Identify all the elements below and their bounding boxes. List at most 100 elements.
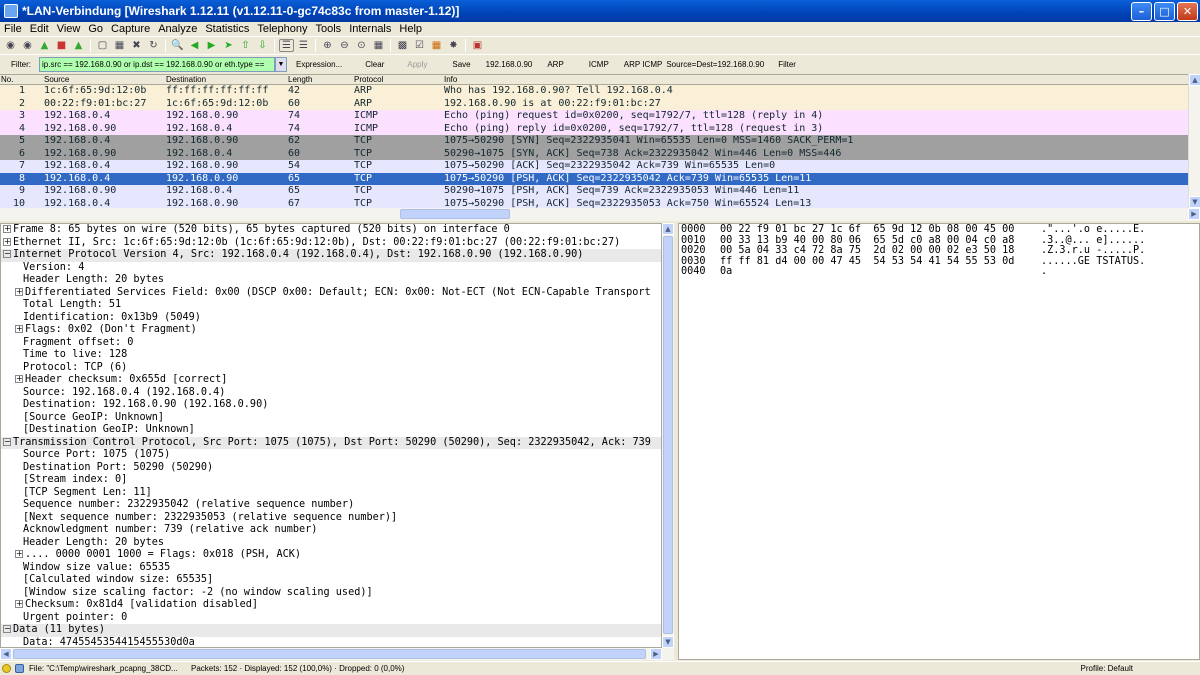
stop-capture-icon[interactable]: ■	[54, 39, 69, 52]
status-profile[interactable]: Profile: Default	[1081, 664, 1133, 673]
detail-tree-item[interactable]: + Frame 8: 65 bytes on wire (520 bits), 6…	[1, 224, 661, 237]
packet-row[interactable]: 1 1c:6f:65:9d:12:0b ff:ff:ff:ff:ff:ff 42 ARP…	[0, 85, 1188, 98]
menu-telephony[interactable]: Telephony	[253, 23, 311, 35]
last-packet-icon[interactable]: ⇩	[255, 39, 270, 52]
menu-capture[interactable]: Capture	[107, 23, 154, 35]
zoom-out-icon[interactable]: ⊖	[337, 39, 352, 52]
detail-tree-item[interactable]: +.... 0000 0001 1000 = Flags: 0x018 (PSH…	[1, 549, 661, 562]
open-file-icon[interactable]: ▢	[95, 39, 110, 52]
save-filter-button[interactable]: Save	[436, 60, 479, 69]
filter-shortcut-arp-button[interactable]: ARP	[541, 60, 572, 69]
display-filter-input[interactable]: ip.src == 192.168.0.90 or ip.dst == 192.…	[39, 56, 275, 72]
go-to-packet-icon[interactable]: ➤	[221, 39, 236, 52]
expand-icon[interactable]: +	[3, 237, 11, 246]
detail-tree-item[interactable]: + Checksum: 0x81d4 [validation disabled]	[1, 599, 661, 612]
details-hscrollbar[interactable]: ◀ ▶	[0, 648, 674, 660]
column-header-info[interactable]: Info	[444, 75, 1188, 84]
menu-edit[interactable]: Edit	[26, 23, 53, 35]
detail-tree-item[interactable]: − Data (11 bytes)	[1, 624, 661, 637]
collapse-icon[interactable]: −	[3, 437, 11, 446]
menu-help[interactable]: Help	[395, 23, 426, 35]
menu-view[interactable]: View	[53, 23, 85, 35]
menu-tools[interactable]: Tools	[312, 23, 346, 35]
collapse-icon[interactable]: −	[3, 250, 11, 258]
hex-row[interactable]: 0020 00 5a 04 33 c4 72 8a 75 2d 02 00 00 …	[679, 245, 1199, 257]
filter-shortcut-icmp-button[interactable]: ICMP	[573, 60, 618, 69]
minimize-button[interactable]: –	[1131, 1, 1152, 21]
go-forward-icon[interactable]: ▶	[204, 39, 219, 52]
detail-tree-item[interactable]: [Calculated window size: 65535]	[1, 574, 661, 587]
detail-tree-item[interactable]: Window size value: 65535	[1, 562, 661, 575]
column-header-length[interactable]: Length	[288, 75, 354, 84]
detail-tree-item[interactable]: Total Length: 51	[1, 299, 661, 312]
help-icon[interactable]: ▣	[470, 39, 485, 52]
coloring-rules-icon[interactable]: ▦	[429, 39, 444, 52]
expand-icon[interactable]: +	[15, 375, 23, 383]
capture-filters-icon[interactable]: ▩	[395, 39, 410, 52]
filter-shortcut-ip-button[interactable]: 192.168.0.90	[480, 60, 542, 69]
detail-tree-item[interactable]: − Transmission Control Protocol, Src Port…	[1, 436, 661, 449]
filter-shortcut-arp-icmp-button[interactable]: ARP ICMP	[618, 60, 665, 69]
scroll-down-icon[interactable]: ▼	[662, 636, 674, 648]
packet-row[interactable]: 10 192.168.0.4 192.168.0.90 67 TCP 1075→50290…	[0, 197, 1188, 208]
detail-tree-item[interactable]: [TCP Segment Len: 11]	[1, 487, 661, 500]
detail-tree-item[interactable]: + Ethernet II, Src: 1c:6f:65:9d:12:0b (1c…	[1, 237, 661, 250]
expert-info-icon[interactable]	[2, 664, 11, 673]
scroll-up-icon[interactable]: ▲	[1189, 74, 1200, 86]
scroll-up-icon[interactable]: ▲	[662, 223, 674, 235]
packet-row[interactable]: 9 192.168.0.90 192.168.0.4 65 TCP 50290→1075 …	[0, 185, 1188, 198]
packet-row[interactable]: 5 192.168.0.4 192.168.0.90 62 TCP 1075→50290 …	[0, 135, 1188, 148]
normal-size-icon[interactable]: ⊙	[354, 39, 369, 52]
options-icon[interactable]: ◉	[20, 39, 35, 52]
packet-row[interactable]: 8 192.168.0.4 192.168.0.90 65 TCP 1075→50290 …	[0, 172, 1188, 185]
colorize-icon[interactable]: ☰	[279, 38, 294, 52]
capture-comment-icon[interactable]	[15, 664, 24, 673]
packet-row[interactable]: 7 192.168.0.4 192.168.0.90 54 TCP 1075→50290 …	[0, 160, 1188, 173]
packet-row[interactable]: 2 00:22:f9:01:bc:27 1c:6f:65:9d:12:0b 60 ARP…	[0, 97, 1188, 110]
detail-tree-item[interactable]: + Differentiated Services Field: 0x00 (DS…	[1, 287, 661, 300]
packet-row[interactable]: 6 192.168.0.90 192.168.0.4 60 TCP 50290→1075 …	[0, 147, 1188, 160]
packet-row[interactable]: 4 192.168.0.90 192.168.0.4 74 ICMP Echo (ping…	[0, 122, 1188, 135]
scroll-right-icon[interactable]: ▶	[1188, 208, 1200, 220]
detail-tree-item[interactable]: Protocol: TCP (6)	[1, 362, 661, 375]
expand-icon[interactable]: +	[15, 550, 23, 558]
zoom-in-icon[interactable]: ⊕	[320, 39, 335, 52]
expand-icon[interactable]: +	[15, 325, 23, 333]
hex-row[interactable]: 0000 00 22 f9 01 bc 27 1c 6f 65 9d 12 0b …	[679, 224, 1199, 236]
find-packet-icon[interactable]: 🔍	[170, 39, 185, 52]
preferences-icon[interactable]: ✸	[446, 39, 461, 52]
detail-tree-item[interactable]: Destination: 192.168.0.90 (192.168.0.90)	[1, 399, 661, 412]
resize-columns-icon[interactable]: ▦	[371, 39, 386, 52]
apply-button[interactable]: Apply	[393, 60, 436, 69]
detail-tree-item[interactable]: Acknowledgment number: 739 (relative ack…	[1, 524, 661, 537]
column-header-source[interactable]: Source	[44, 75, 166, 84]
column-header-protocol[interactable]: Protocol	[354, 75, 444, 84]
scroll-thumb[interactable]	[13, 649, 646, 659]
menu-go[interactable]: Go	[84, 23, 107, 35]
collapse-icon[interactable]: −	[3, 625, 11, 633]
detail-tree-item[interactable]: [Source GeoIP: Unknown]	[1, 412, 661, 425]
save-file-icon[interactable]: ▦	[112, 39, 127, 52]
display-filters-icon[interactable]: ☑	[412, 39, 427, 52]
scroll-right-icon[interactable]: ▶	[650, 648, 662, 660]
auto-scroll-icon[interactable]: ☰	[296, 39, 311, 52]
detail-tree-item[interactable]: + Header checksum: 0x655d [correct]	[1, 374, 661, 387]
menu-analyze[interactable]: Analyze	[154, 23, 201, 35]
menu-internals[interactable]: Internals	[345, 23, 395, 35]
detail-tree-item[interactable]: Destination Port: 50290 (50290)	[1, 462, 661, 475]
packet-list-vscrollbar[interactable]: ▲ ▼	[1188, 74, 1200, 208]
detail-tree-item[interactable]: Source Port: 1075 (1075)	[1, 449, 661, 462]
detail-tree-item[interactable]: Version: 4	[1, 262, 661, 275]
details-vscrollbar[interactable]: ▲ ▼	[662, 223, 674, 648]
menu-file[interactable]: File	[0, 23, 26, 35]
column-header-no[interactable]: No.	[0, 75, 44, 84]
detail-tree-item[interactable]: [Window size scaling factor: -2 (no wind…	[1, 587, 661, 600]
column-header-destination[interactable]: Destination	[166, 75, 288, 84]
detail-tree-item[interactable]: Header Length: 20 bytes	[1, 537, 661, 550]
close-file-icon[interactable]: ✖	[129, 39, 144, 52]
detail-tree-item[interactable]: Source: 192.168.0.4 (192.168.0.4)	[1, 387, 661, 400]
restart-capture-icon[interactable]: ▲	[71, 39, 86, 52]
menu-statistics[interactable]: Statistics	[201, 23, 253, 35]
hex-row[interactable]: 0040 0a.	[679, 266, 1199, 278]
detail-tree-item[interactable]: Urgent pointer: 0	[1, 612, 661, 625]
